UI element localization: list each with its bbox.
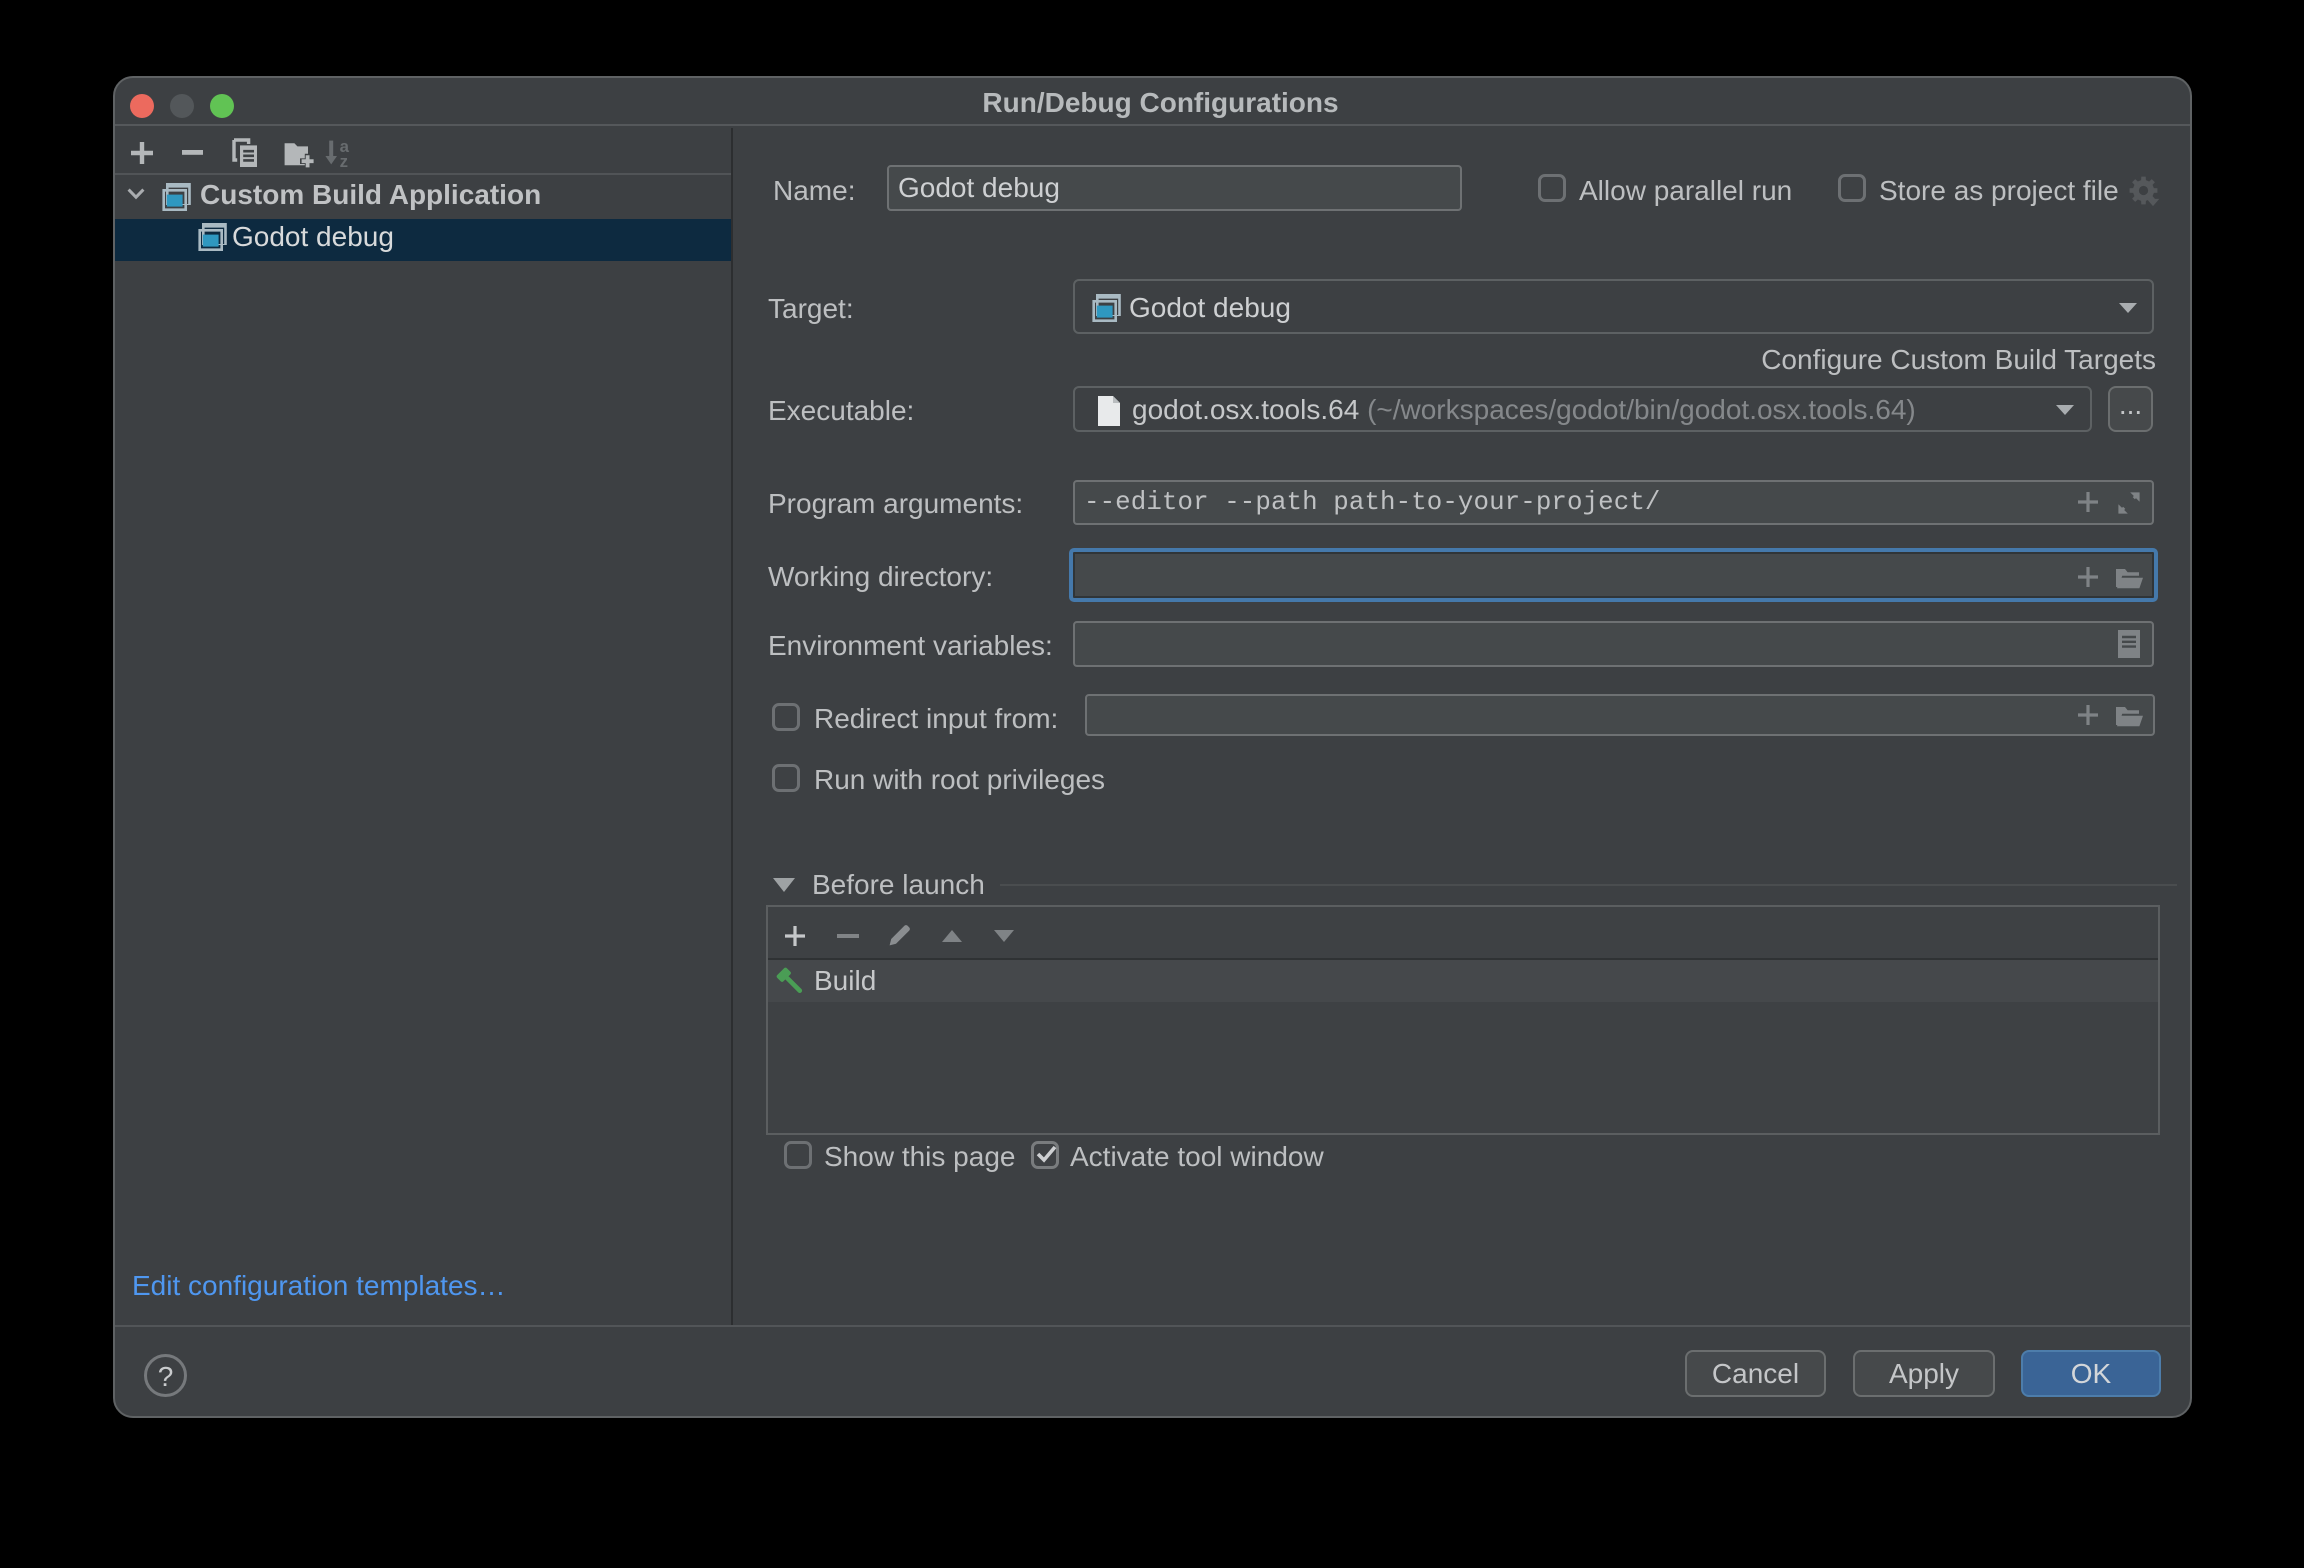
svg-text:z: z [340, 152, 348, 168]
